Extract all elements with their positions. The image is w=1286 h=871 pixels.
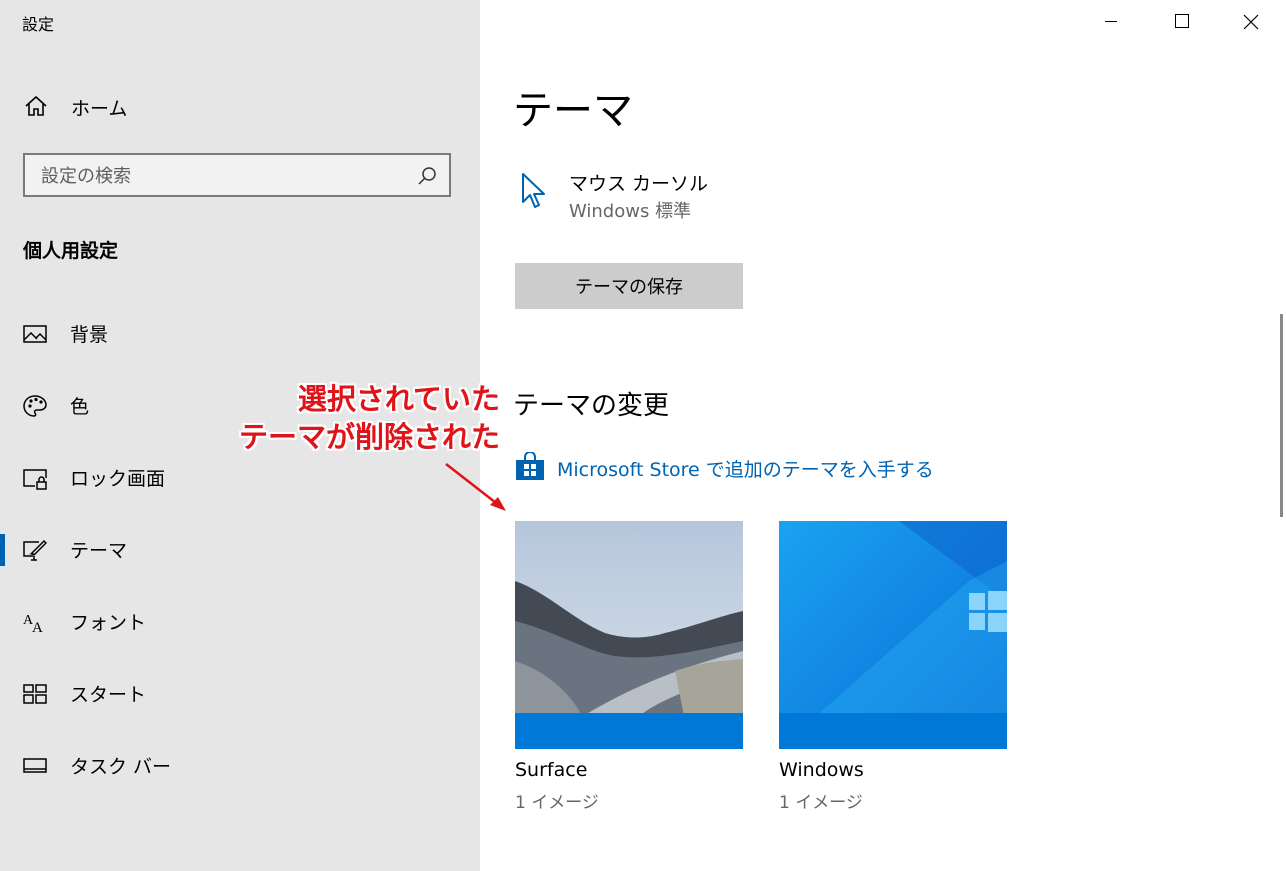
annotation-line: 選択されていた <box>297 382 500 416</box>
change-theme-heading: テーマの変更 <box>513 391 670 421</box>
search-box[interactable] <box>23 153 451 197</box>
home-icon <box>25 95 47 116</box>
close-icon <box>1243 14 1259 30</box>
store-link[interactable]: Microsoft Store で追加のテーマを入手する <box>557 455 934 482</box>
theme-tile-surface[interactable]: Surface 1 イメージ <box>515 521 743 813</box>
font-icon: A A <box>23 613 43 634</box>
sidebar-item-label: スタート <box>70 684 147 706</box>
minimize-button[interactable] <box>1080 0 1148 44</box>
sidebar-item-taskbar[interactable]: タスク バー <box>0 738 480 794</box>
sidebar-item-font[interactable]: A A フォント <box>0 594 480 650</box>
app-title: 設定 <box>22 15 55 34</box>
mouse-cursor-icon <box>522 173 545 208</box>
sidebar-item-theme[interactable]: テーマ <box>0 522 480 578</box>
maximize-icon <box>1175 14 1189 28</box>
taskbar-icon <box>23 758 47 773</box>
annotation-arrow-icon <box>445 463 506 511</box>
sidebar-item-label: ロック画面 <box>70 468 166 490</box>
start-icon <box>23 684 47 704</box>
maximize-button[interactable] <box>1148 0 1216 44</box>
theme-thumbnail[interactable] <box>779 521 1007 749</box>
close-button[interactable] <box>1216 0 1284 44</box>
page-title: テーマ <box>513 88 633 134</box>
home-label: ホーム <box>71 98 128 120</box>
svg-text:A: A <box>32 620 43 634</box>
theme-image-count: 1 イメージ <box>515 793 599 813</box>
theme-icon <box>23 539 47 561</box>
theme-tile-windows[interactable]: Windows 1 イメージ <box>779 521 1007 813</box>
home-nav-item[interactable]: ホーム <box>0 84 480 128</box>
sidebar-item-background[interactable]: 背景 <box>0 306 480 362</box>
picture-icon <box>23 325 47 343</box>
search-input[interactable] <box>39 161 413 191</box>
scrollbar[interactable] <box>1280 314 1283 517</box>
theme-name: Windows <box>779 759 864 781</box>
theme-color-bar <box>779 713 1007 749</box>
annotation-line: テーマが削除された <box>238 420 500 454</box>
search-icon[interactable] <box>417 166 437 186</box>
mouse-cursor-value: Windows 標準 <box>569 201 692 222</box>
sidebar-item-start[interactable]: スタート <box>0 666 480 722</box>
sidebar-item-label: タスク バー <box>70 756 172 778</box>
store-bag-icon <box>516 452 544 480</box>
theme-color-bar <box>515 713 743 749</box>
save-theme-button[interactable]: テーマの保存 <box>515 263 743 309</box>
annotation-text: 選択されていた テーマが削除された <box>220 380 500 456</box>
lock-screen-icon <box>23 469 47 490</box>
section-title: 個人用設定 <box>23 240 119 262</box>
sidebar-item-label: テーマ <box>70 540 128 562</box>
sidebar-item-label: 背景 <box>70 324 109 346</box>
sidebar-item-label: 色 <box>70 396 90 418</box>
theme-thumbnail[interactable] <box>515 521 743 749</box>
mouse-cursor-title[interactable]: マウス カーソル <box>569 169 708 196</box>
sidebar-item-label: フォント <box>70 612 147 634</box>
sidebar-item-lock-screen[interactable]: ロック画面 <box>0 450 480 506</box>
theme-name: Surface <box>515 759 588 781</box>
theme-image-count: 1 イメージ <box>779 793 863 813</box>
palette-icon <box>23 395 47 417</box>
minimize-icon <box>1105 21 1117 22</box>
